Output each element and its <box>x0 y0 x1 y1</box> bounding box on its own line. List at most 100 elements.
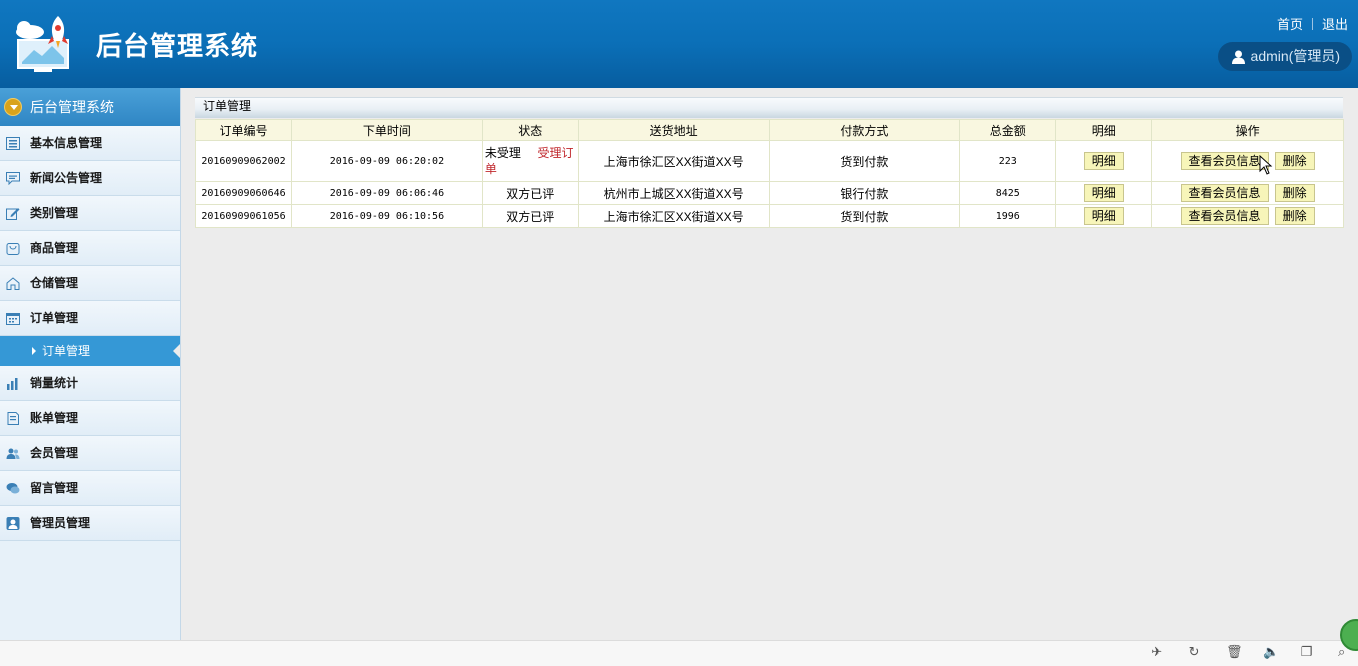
sidebar-item-warehouse[interactable]: 仓储管理 <box>0 266 180 301</box>
sidebar-item-products[interactable]: 商品管理 <box>0 231 180 266</box>
sidebar-item-label: 新闻公告管理 <box>30 171 103 185</box>
sidebar-item-label: 留言管理 <box>30 481 79 495</box>
view-member-button[interactable]: 查看会员信息 <box>1180 184 1269 202</box>
user-icon <box>1231 50 1245 64</box>
system-title: 后台管理系统 <box>96 32 259 62</box>
bag-icon <box>6 243 20 255</box>
col-actions: 操作 <box>1151 119 1344 141</box>
sidebar-item-label: 管理员管理 <box>30 516 91 530</box>
top-links: 首页 退出 <box>1277 14 1348 33</box>
col-detail: 明细 <box>1055 119 1153 141</box>
col-order-time: 下单时间 <box>290 119 483 141</box>
sidebar-item-label: 会员管理 <box>30 446 79 460</box>
sidebar-item-category[interactable]: 类别管理 <box>0 196 180 231</box>
list-icon <box>6 137 20 150</box>
order-total: 8425 <box>959 181 1057 205</box>
sidebar-item-label: 商品管理 <box>30 241 79 255</box>
logo-icon <box>12 14 78 74</box>
actions-cell: 查看会员信息 删除 <box>1151 140 1344 182</box>
order-payment: 货到付款 <box>768 140 961 182</box>
order-id: 20160909060646 <box>195 181 292 205</box>
detail-button[interactable]: 明细 <box>1083 184 1124 202</box>
main-content: 订单管理 订单编号 下单时间 状态 送货地址 付款方式 总金额 明细 操作 20… <box>181 88 1358 640</box>
col-order-id: 订单编号 <box>195 119 292 141</box>
order-time: 2016-09-09 06:06:46 <box>290 181 483 205</box>
order-status: 双方已评 <box>481 181 579 205</box>
sidebar-item-label: 仓储管理 <box>30 276 79 290</box>
orders-table: 订单编号 下单时间 状态 送货地址 付款方式 总金额 明细 操作 2016090… <box>195 119 1344 228</box>
mouse-cursor-icon <box>1259 155 1273 175</box>
chevron-down-icon <box>4 98 22 116</box>
order-payment: 货到付款 <box>768 204 961 228</box>
user-badge[interactable]: admin(管理员) <box>1217 42 1352 71</box>
sidebar-item-label: 类别管理 <box>30 206 79 220</box>
divider <box>1311 18 1313 30</box>
detail-cell: 明细 <box>1055 181 1153 205</box>
delete-button[interactable]: 删除 <box>1274 207 1315 225</box>
sidebar-item-basic-info[interactable]: 基本信息管理 <box>0 126 180 161</box>
status-text: 未受理 <box>484 146 521 160</box>
sidebar-item-orders[interactable]: 订单管理 <box>0 301 180 336</box>
calendar-icon <box>6 313 20 325</box>
table-row: 20160909060646 2016-09-09 06:06:46 双方已评 … <box>195 181 1344 205</box>
col-total: 总金额 <box>959 119 1057 141</box>
sidebar-subitem-label: 订单管理 <box>42 344 91 358</box>
user-name: admin(管理员) <box>1250 48 1340 64</box>
sidebar-item-label: 订单管理 <box>30 311 79 325</box>
table-header-row: 订单编号 下单时间 状态 送货地址 付款方式 总金额 明细 操作 <box>195 119 1344 141</box>
detail-cell: 明细 <box>1055 204 1153 228</box>
window-icon[interactable]: ❐ <box>1301 645 1315 659</box>
users-icon <box>6 448 20 459</box>
header: 后台管理系统 首页 退出 admin(管理员) <box>0 0 1358 88</box>
detail-button[interactable]: 明细 <box>1083 152 1124 170</box>
order-id: 20160909061056 <box>195 204 292 228</box>
logout-link[interactable]: 退出 <box>1322 17 1348 32</box>
view-member-button[interactable]: 查看会员信息 <box>1180 207 1269 225</box>
refresh-icon[interactable]: ↻ <box>1189 645 1203 659</box>
bar-chart-icon <box>7 378 18 390</box>
order-time: 2016-09-09 06:20:02 <box>290 140 483 182</box>
sidebar: 后台管理系统 基本信息管理 新闻公告管理 类别管理 商品管理 仓储管理 订单管理… <box>0 88 181 640</box>
order-total: 1996 <box>959 204 1057 228</box>
col-address: 送货地址 <box>577 119 770 141</box>
order-status: 未受理 受理订单 <box>481 140 579 182</box>
col-payment: 付款方式 <box>768 119 961 141</box>
sidebar-item-admins[interactable]: 管理员管理 <box>0 506 180 541</box>
actions-cell: 查看会员信息 删除 <box>1151 204 1344 228</box>
sidebar-item-bills[interactable]: 账单管理 <box>0 401 180 436</box>
sidebar-item-messages[interactable]: 留言管理 <box>0 471 180 506</box>
sidebar-item-news[interactable]: 新闻公告管理 <box>0 161 180 196</box>
tray-icons: ✈ ↻ 🗑 🔈 ❐ ⌕ <box>1131 645 1352 659</box>
sidebar-subitem-orders[interactable]: 订单管理 <box>0 336 180 366</box>
sidebar-item-sales-stats[interactable]: 销量统计 <box>0 366 180 401</box>
order-time: 2016-09-09 06:10:56 <box>290 204 483 228</box>
delete-button[interactable]: 删除 <box>1274 184 1315 202</box>
detail-button[interactable]: 明细 <box>1083 207 1124 225</box>
document-icon <box>7 412 19 425</box>
actions-cell: 查看会员信息 删除 <box>1151 181 1344 205</box>
message-icon <box>6 172 20 185</box>
home-link[interactable]: 首页 <box>1277 17 1303 32</box>
sidebar-item-members[interactable]: 会员管理 <box>0 436 180 471</box>
sidebar-header[interactable]: 后台管理系统 <box>0 88 180 126</box>
order-id: 20160909062002 <box>195 140 292 182</box>
admin-icon <box>6 517 20 530</box>
col-status: 状态 <box>481 119 579 141</box>
sidebar-item-label: 账单管理 <box>30 411 79 425</box>
pin-icon[interactable]: ✈ <box>1151 645 1165 659</box>
sidebar-item-label: 基本信息管理 <box>30 136 103 150</box>
table-row: 20160909061056 2016-09-09 06:10:56 双方已评 … <box>195 204 1344 228</box>
order-address: 上海市徐汇区XX街道XX号 <box>577 140 770 182</box>
bottom-toolbar: ✈ ↻ 🗑 🔈 ❐ ⌕ <box>0 619 1358 666</box>
order-address: 杭州市上城区XX街道XX号 <box>577 181 770 205</box>
home-icon <box>6 277 20 290</box>
volume-icon[interactable]: 🔈 <box>1263 645 1279 659</box>
delete-button[interactable]: 删除 <box>1274 152 1315 170</box>
order-status: 双方已评 <box>481 204 579 228</box>
order-payment: 银行付款 <box>768 181 961 205</box>
sidebar-item-label: 销量统计 <box>30 376 79 390</box>
trash-icon[interactable]: 🗑 <box>1226 645 1243 659</box>
view-member-button[interactable]: 查看会员信息 <box>1180 152 1269 170</box>
order-address: 上海市徐汇区XX街道XX号 <box>577 204 770 228</box>
edit-icon <box>6 208 20 220</box>
